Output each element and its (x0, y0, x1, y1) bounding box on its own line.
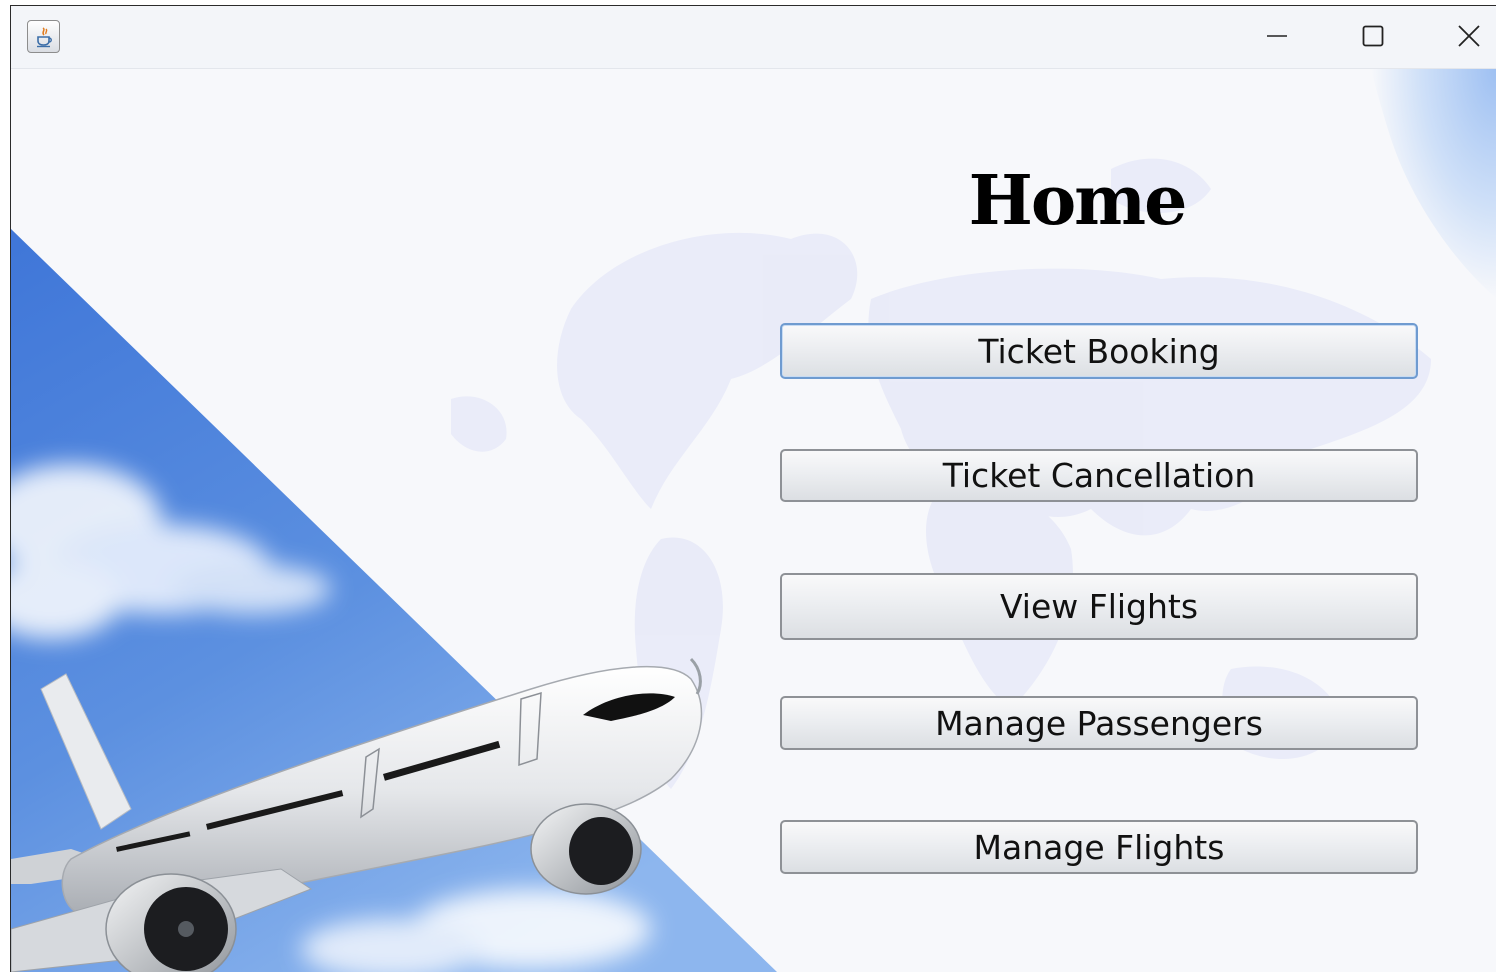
manage-flights-button[interactable]: Manage Flights (780, 820, 1418, 874)
close-icon (1458, 25, 1480, 47)
ticket-booking-button[interactable]: Ticket Booking (780, 323, 1418, 379)
java-cup-icon[interactable] (27, 20, 60, 53)
ticket-cancellation-button[interactable]: Ticket Cancellation (780, 449, 1418, 502)
view-flights-button[interactable]: View Flights (780, 573, 1418, 640)
minimize-icon (1267, 35, 1287, 37)
home-content: Home Ticket Booking Ticket Cancellation … (11, 69, 1496, 972)
manage-passengers-button[interactable]: Manage Passengers (780, 696, 1418, 750)
minimize-button[interactable] (1255, 14, 1299, 58)
app-window: Home Ticket Booking Ticket Cancellation … (10, 5, 1496, 972)
maximize-button[interactable] (1351, 14, 1395, 58)
close-button[interactable] (1447, 14, 1491, 58)
title-bar (11, 6, 1496, 69)
page-title: Home (968, 161, 1188, 241)
maximize-icon (1362, 25, 1384, 47)
